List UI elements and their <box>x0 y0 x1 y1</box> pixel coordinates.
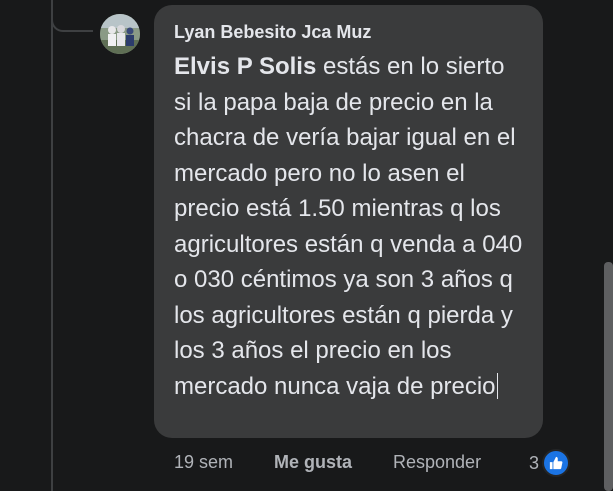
thread-connector <box>51 0 93 32</box>
thumbs-up-icon <box>542 449 571 477</box>
like-button[interactable]: Me gusta <box>274 452 352 473</box>
thread-line <box>51 0 53 491</box>
scrollbar-thumb[interactable] <box>604 262 613 491</box>
avatar[interactable] <box>100 14 140 54</box>
comment-text: estás en lo sierto si la papa baja de pr… <box>174 53 523 400</box>
mention-link[interactable]: Elvis P Solis <box>174 53 316 80</box>
text-cursor <box>496 372 498 399</box>
comment-timestamp[interactable]: 19 sem <box>174 452 233 473</box>
comment-body: Elvis P Solis estás en lo sierto si la p… <box>174 49 523 404</box>
comment-author[interactable]: Lyan Bebesito Jca Muz <box>174 19 523 45</box>
reaction-count: 3 <box>529 452 540 473</box>
comment-thread: Lyan Bebesito Jca Muz Elvis P Solis está… <box>0 0 613 491</box>
reply-button[interactable]: Responder <box>393 452 481 473</box>
reaction-summary[interactable]: 3 <box>529 448 571 478</box>
comment-bubble: Lyan Bebesito Jca Muz Elvis P Solis está… <box>154 5 543 438</box>
profile-photo-icon <box>100 14 140 54</box>
